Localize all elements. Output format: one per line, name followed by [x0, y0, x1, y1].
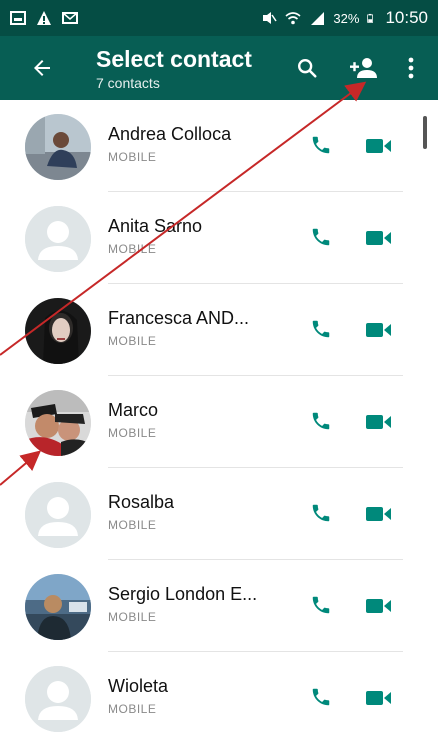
arrow-back-icon[interactable] — [30, 56, 54, 80]
avatar — [25, 482, 91, 548]
contact-row-andrea-colloca[interactable]: Andrea Colloca MOBILE — [0, 100, 438, 192]
contact-row-marco[interactable]: Marco MOBILE — [0, 376, 438, 468]
avatar — [25, 114, 91, 180]
contact-name: Wioleta — [108, 676, 169, 696]
video-camera-icon[interactable] — [366, 506, 392, 522]
avatar-photo — [25, 114, 91, 180]
battery-percent: 32% — [333, 10, 360, 26]
toolbar: Select contact 7 contacts — [0, 36, 438, 100]
mail-notification-icon — [62, 12, 78, 24]
contact-name: Andrea Colloca — [108, 124, 232, 144]
page-title: Select contact — [96, 46, 252, 72]
scrollbar[interactable] — [423, 116, 427, 149]
contact-phone-type: MOBILE — [108, 150, 157, 164]
contact-name: Marco — [108, 400, 159, 420]
contact-row-sergio[interactable]: Sergio London E... MOBILE — [0, 560, 438, 652]
battery-icon — [367, 13, 374, 23]
person-add-icon[interactable] — [348, 56, 378, 80]
wifi-icon — [285, 12, 301, 25]
video-camera-icon[interactable] — [366, 322, 392, 338]
gallery-notification-icon — [10, 11, 26, 25]
phone-icon[interactable] — [310, 410, 332, 432]
video-camera-icon[interactable] — [366, 230, 392, 246]
contact-phone-type: MOBILE — [108, 334, 157, 348]
default-avatar-icon — [25, 206, 91, 272]
contact-phone-type: MOBILE — [108, 702, 157, 716]
avatar-photo — [25, 298, 91, 364]
avatar — [25, 206, 91, 272]
mute-icon — [263, 12, 278, 24]
contact-name: Rosalba — [108, 492, 175, 512]
phone-icon[interactable] — [310, 318, 332, 340]
video-camera-icon[interactable] — [366, 598, 392, 614]
contact-phone-type: MOBILE — [108, 518, 157, 532]
contact-name: Sergio London E... — [108, 584, 258, 604]
contact-row-anita-sarno[interactable]: Anita Sarno MOBILE — [0, 192, 438, 284]
search-icon[interactable] — [296, 57, 318, 79]
phone-icon[interactable] — [310, 686, 332, 708]
default-avatar-icon — [25, 482, 91, 548]
status-bar-system: 32% 10:50 — [261, 8, 428, 28]
contact-row-rosalba[interactable]: Rosalba MOBILE — [0, 468, 438, 560]
phone-icon[interactable] — [310, 226, 332, 248]
clock: 10:50 — [385, 8, 428, 27]
contact-phone-type: MOBILE — [108, 610, 157, 624]
contact-name: Francesca AND... — [108, 308, 250, 328]
warning-notification-icon — [37, 11, 51, 25]
video-camera-icon[interactable] — [366, 414, 392, 430]
phone-icon[interactable] — [310, 594, 332, 616]
phone-icon[interactable] — [310, 134, 332, 156]
contact-phone-type: MOBILE — [108, 426, 157, 440]
contact-row-francesca[interactable]: Francesca AND... MOBILE — [0, 284, 438, 376]
avatar — [25, 666, 91, 732]
avatar — [25, 298, 91, 364]
default-avatar-icon — [25, 666, 91, 732]
phone-icon[interactable] — [310, 502, 332, 524]
video-camera-icon[interactable] — [366, 690, 392, 706]
contact-count: 7 contacts — [96, 75, 160, 91]
status-bar: 32% 10:50 — [0, 0, 438, 36]
signal-icon — [311, 12, 325, 25]
avatar — [25, 574, 91, 640]
avatar-photo — [25, 390, 91, 456]
contact-phone-type: MOBILE — [108, 242, 157, 256]
avatar — [25, 390, 91, 456]
avatar-photo — [25, 574, 91, 640]
status-bar-notifications — [10, 10, 78, 26]
title-block: Select contact 7 contacts — [96, 45, 252, 91]
video-camera-icon[interactable] — [366, 138, 392, 154]
contact-name: Anita Sarno — [108, 216, 203, 236]
more-vert-icon[interactable] — [404, 56, 418, 80]
contact-row-wioleta[interactable]: Wioleta MOBILE — [0, 652, 438, 738]
